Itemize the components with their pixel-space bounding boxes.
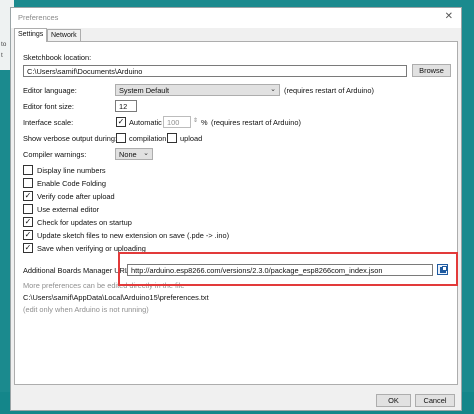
editor-language-value: System Default — [119, 86, 170, 95]
tab-settings[interactable]: Settings — [14, 28, 48, 42]
editor-language-label: Editor language: — [23, 86, 77, 95]
external-editor-label: Use external editor — [37, 205, 100, 214]
font-size-label: Editor font size: — [23, 102, 74, 111]
check-updates-checkbox[interactable]: ✓ — [23, 217, 33, 227]
compiler-warnings-value: None — [119, 150, 137, 159]
ok-button[interactable]: OK — [376, 394, 411, 407]
spinner-icon[interactable]: ⇕ — [193, 117, 198, 124]
code-folding-label: Enable Code Folding — [37, 179, 107, 188]
font-size-input[interactable]: 12 — [115, 100, 137, 112]
background-text: t — [1, 52, 3, 59]
interface-scale-percent: % — [201, 118, 208, 127]
preferences-path: C:\Users\samif\AppData\Local\Arduino15\p… — [23, 293, 209, 302]
sketchbook-label: Sketchbook location: — [23, 53, 92, 62]
window-title: Preferences — [18, 13, 59, 22]
background-text: to — [1, 41, 7, 48]
save-when-verifying-checkbox[interactable]: ✓ — [23, 243, 33, 253]
compiler-warnings-label: Compiler warnings: — [23, 150, 87, 159]
sketchbook-location-input[interactable]: C:\Users\samif\Documents\Arduino — [23, 65, 407, 77]
chevron-down-icon: ⌄ — [270, 86, 276, 93]
verbose-compilation-label: compilation — [129, 134, 167, 143]
code-folding-checkbox[interactable] — [23, 178, 33, 188]
settings-panel: Sketchbook location: C:\Users\samif\Docu… — [14, 41, 458, 385]
check-updates-label: Check for updates on startup — [37, 218, 132, 227]
verbose-upload-checkbox[interactable] — [167, 133, 177, 143]
preferences-dialog: Preferences ✕ Settings Network Sketchboo… — [10, 7, 462, 411]
highlight-box — [118, 252, 458, 286]
close-icon[interactable]: ✕ — [445, 11, 453, 22]
interface-scale-note: (requires restart of Arduino) — [211, 118, 301, 127]
verbose-output-label: Show verbose output during: — [23, 134, 118, 143]
title-bar: Preferences ✕ — [11, 8, 461, 28]
external-editor-checkbox[interactable] — [23, 204, 33, 214]
browse-button[interactable]: Browse — [412, 64, 451, 77]
display-line-numbers-checkbox[interactable] — [23, 165, 33, 175]
verify-after-upload-label: Verify code after upload — [37, 192, 115, 201]
compiler-warnings-select[interactable]: None ⌄ — [115, 148, 153, 160]
update-extension-label: Update sketch files to new extension on … — [37, 231, 230, 240]
edit-only-note: (edit only when Arduino is not running) — [23, 305, 149, 314]
editor-language-select[interactable]: System Default ⌄ — [115, 84, 280, 96]
interface-scale-automatic-label: Automatic — [129, 118, 162, 127]
chevron-down-icon: ⌄ — [143, 150, 149, 157]
tab-network[interactable]: Network — [47, 29, 81, 41]
interface-scale-label: Interface scale: — [23, 118, 74, 127]
editor-language-note: (requires restart of Arduino) — [284, 86, 374, 95]
update-extension-checkbox[interactable]: ✓ — [23, 230, 33, 240]
display-line-numbers-label: Display line numbers — [37, 166, 106, 175]
cancel-button[interactable]: Cancel — [415, 394, 455, 407]
interface-scale-automatic-checkbox[interactable]: ✓ — [116, 117, 126, 127]
interface-scale-input[interactable]: 100 — [163, 116, 191, 128]
verbose-upload-label: upload — [180, 134, 203, 143]
verify-after-upload-checkbox[interactable]: ✓ — [23, 191, 33, 201]
verbose-compilation-checkbox[interactable] — [116, 133, 126, 143]
